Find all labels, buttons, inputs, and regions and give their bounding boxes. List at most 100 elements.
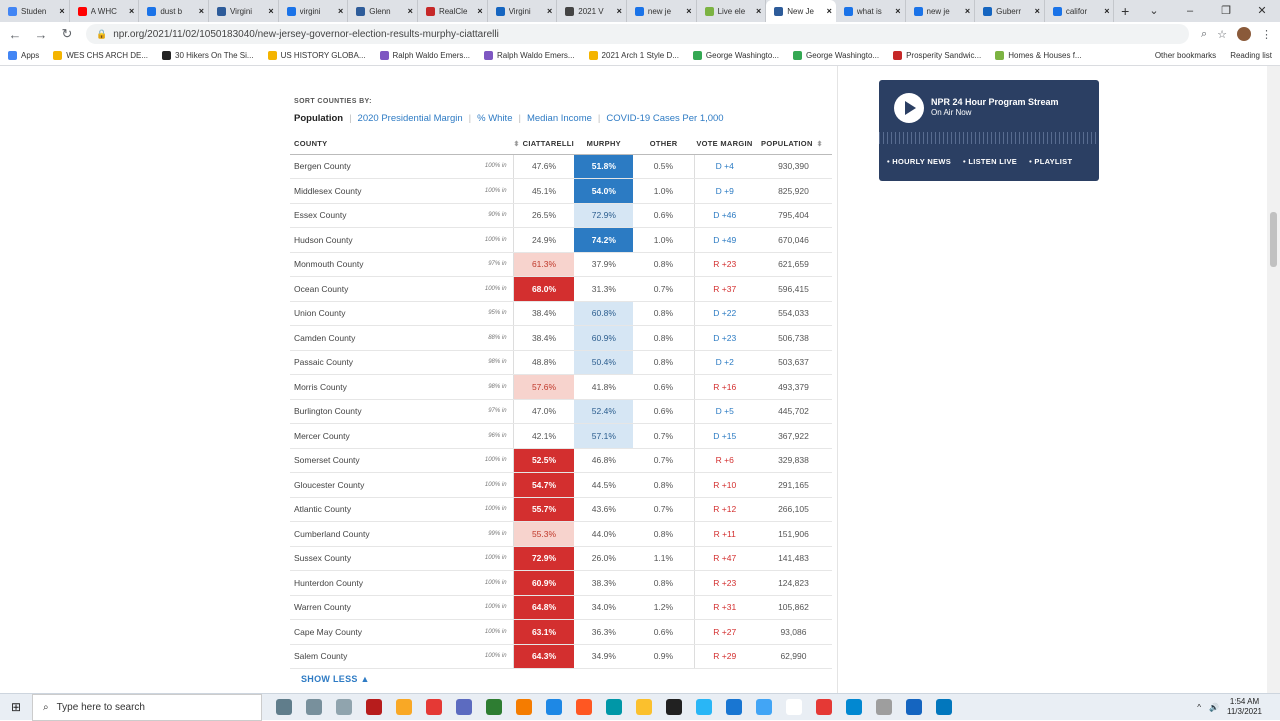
taskbar-app-icon[interactable] xyxy=(606,699,622,715)
taskbar-app-icon[interactable] xyxy=(906,699,922,715)
browser-tab[interactable]: what is × xyxy=(836,0,906,22)
taskbar-search[interactable]: ⌕ Type here to search xyxy=(32,693,262,721)
browser-tab[interactable]: A WHC × xyxy=(70,0,140,22)
taskbar-app-icon[interactable] xyxy=(486,699,502,715)
sort-option[interactable]: Median Income xyxy=(527,113,592,124)
taskbar-app-icon[interactable] xyxy=(636,699,652,715)
bookmark-item[interactable]: George Washingto... xyxy=(793,51,879,60)
back-icon[interactable]: ← xyxy=(8,27,22,42)
close-icon[interactable]: × xyxy=(686,6,691,16)
taskbar-app-icon[interactable] xyxy=(276,699,292,715)
taskbar-app-icon[interactable] xyxy=(756,699,772,715)
close-icon[interactable]: × xyxy=(1035,6,1040,16)
close-icon[interactable]: × xyxy=(477,6,482,16)
sort-option[interactable]: Population xyxy=(294,113,343,124)
browser-tab[interactable]: Virgini × xyxy=(209,0,279,22)
taskbar-app-icon[interactable] xyxy=(336,699,352,715)
close-icon[interactable]: × xyxy=(1104,6,1109,16)
taskbar-app-icon[interactable] xyxy=(816,699,832,715)
browser-tab[interactable]: RealCle × xyxy=(418,0,488,22)
show-less-button[interactable]: SHOW LESS ▲ xyxy=(301,674,370,684)
header-vote-margin[interactable]: VOTE MARGIN xyxy=(694,134,755,155)
close-icon[interactable]: × xyxy=(199,6,204,16)
header-ciattarelli[interactable]: ⬍ CIATTARELLI xyxy=(513,134,575,155)
sort-option[interactable]: % White xyxy=(477,113,512,124)
reload-icon[interactable]: ↻ xyxy=(60,26,74,42)
taskbar-app-icon[interactable] xyxy=(666,699,682,715)
browser-tab[interactable]: 2021 V × xyxy=(557,0,627,22)
taskbar-app-icon[interactable] xyxy=(456,699,472,715)
header-other[interactable]: OTHER xyxy=(633,134,695,155)
bookmark-item[interactable]: Prosperity Sandwic... xyxy=(893,51,981,60)
close-icon[interactable]: × xyxy=(965,6,970,16)
listen-live-link[interactable]: • LISTEN LIVE xyxy=(963,157,1017,166)
page-scrollbar[interactable] xyxy=(1267,66,1280,693)
taskbar-app-icon[interactable] xyxy=(936,699,952,715)
tab-search-icon[interactable]: ⌄ xyxy=(1136,0,1172,22)
bookmark-item[interactable]: WES CHS ARCH DE... xyxy=(53,51,148,60)
taskbar-app-icon[interactable] xyxy=(306,699,322,715)
scrollbar-thumb[interactable] xyxy=(1270,212,1277,267)
taskbar-app-icon[interactable] xyxy=(786,699,802,715)
star-icon[interactable]: ☆ xyxy=(1217,28,1227,41)
close-icon[interactable]: × xyxy=(617,6,622,16)
taskbar-app-icon[interactable] xyxy=(546,699,562,715)
close-icon[interactable]: × xyxy=(547,6,552,16)
windows-start-icon[interactable]: ⊞ xyxy=(0,700,32,714)
close-icon[interactable]: × xyxy=(129,6,134,16)
profile-avatar[interactable] xyxy=(1237,27,1251,41)
volume-icon[interactable]: 🔊 xyxy=(1209,703,1219,712)
taskbar-app-icon[interactable] xyxy=(846,699,862,715)
close-icon[interactable]: × xyxy=(59,6,64,16)
playlist-link[interactable]: • PLAYLIST xyxy=(1029,157,1072,166)
menu-icon[interactable]: ⋮ xyxy=(1261,28,1272,41)
browser-tab[interactable]: Guberr × xyxy=(975,0,1045,22)
bookmark-item[interactable]: Apps xyxy=(8,51,39,60)
browser-tab[interactable]: Glenn × xyxy=(348,0,418,22)
taskbar-app-icon[interactable] xyxy=(876,699,892,715)
taskbar-app-icon[interactable] xyxy=(426,699,442,715)
bookmark-folder[interactable]: Other bookmarks xyxy=(1155,51,1216,60)
header-population[interactable]: POPULATION ⬍ xyxy=(754,134,832,155)
bookmark-item[interactable]: George Washingto... xyxy=(692,51,779,60)
header-county[interactable]: COUNTY xyxy=(290,134,514,155)
browser-tab[interactable]: dust b × xyxy=(139,0,209,22)
zoom-icon[interactable]: ⌕ xyxy=(1201,28,1207,41)
bookmark-item[interactable]: Ralph Waldo Emers... xyxy=(484,51,575,60)
browser-tab[interactable]: new je × xyxy=(906,0,976,22)
taskbar-app-icon[interactable] xyxy=(696,699,712,715)
taskbar-app-icon[interactable] xyxy=(396,699,412,715)
browser-tab[interactable]: virgini × xyxy=(279,0,349,22)
taskbar-app-icon[interactable] xyxy=(726,699,742,715)
browser-tab[interactable]: Studen × xyxy=(0,0,70,22)
new-tab-icon[interactable]: + xyxy=(1114,0,1135,22)
taskbar-app-icon[interactable] xyxy=(366,699,382,715)
minimize-icon[interactable]: – xyxy=(1172,0,1208,22)
bookmark-item[interactable]: 30 Hikers On The Si... xyxy=(162,51,254,60)
close-icon[interactable]: × xyxy=(895,6,900,16)
close-icon[interactable]: × xyxy=(827,6,832,16)
tray-chevron-icon[interactable]: ^ xyxy=(1197,703,1201,712)
taskbar-app-icon[interactable] xyxy=(516,699,532,715)
browser-tab[interactable]: new je × xyxy=(627,0,697,22)
sort-option[interactable]: COVID-19 Cases Per 1,000 xyxy=(606,113,723,124)
bookmark-folder[interactable]: Reading list xyxy=(1230,51,1272,60)
bookmark-item[interactable]: Homes & Houses f... xyxy=(995,51,1082,60)
close-icon[interactable]: × xyxy=(268,6,273,16)
clock[interactable]: 1:54 AM 11/3/2021 xyxy=(1227,697,1262,717)
browser-tab[interactable]: New Je × xyxy=(766,0,836,22)
close-window-icon[interactable]: ✕ xyxy=(1244,0,1280,22)
close-icon[interactable]: × xyxy=(408,6,413,16)
url-field[interactable]: 🔒 npr.org/2021/11/02/1050183040/new-jers… xyxy=(86,24,1189,44)
hourly-news-link[interactable]: • HOURLY NEWS xyxy=(887,157,951,166)
play-icon[interactable] xyxy=(894,93,924,123)
bookmark-item[interactable]: US HISTORY GLOBA... xyxy=(267,51,366,60)
bookmark-item[interactable]: 2021 Arch 1 Style D... xyxy=(588,51,679,60)
browser-tab[interactable]: Virgini × xyxy=(488,0,558,22)
browser-tab[interactable]: califor × xyxy=(1045,0,1115,22)
close-icon[interactable]: × xyxy=(338,6,343,16)
taskbar-app-icon[interactable] xyxy=(576,699,592,715)
forward-icon[interactable]: → xyxy=(34,27,48,42)
close-icon[interactable]: × xyxy=(756,6,761,16)
restore-icon[interactable]: ❐ xyxy=(1208,0,1244,22)
